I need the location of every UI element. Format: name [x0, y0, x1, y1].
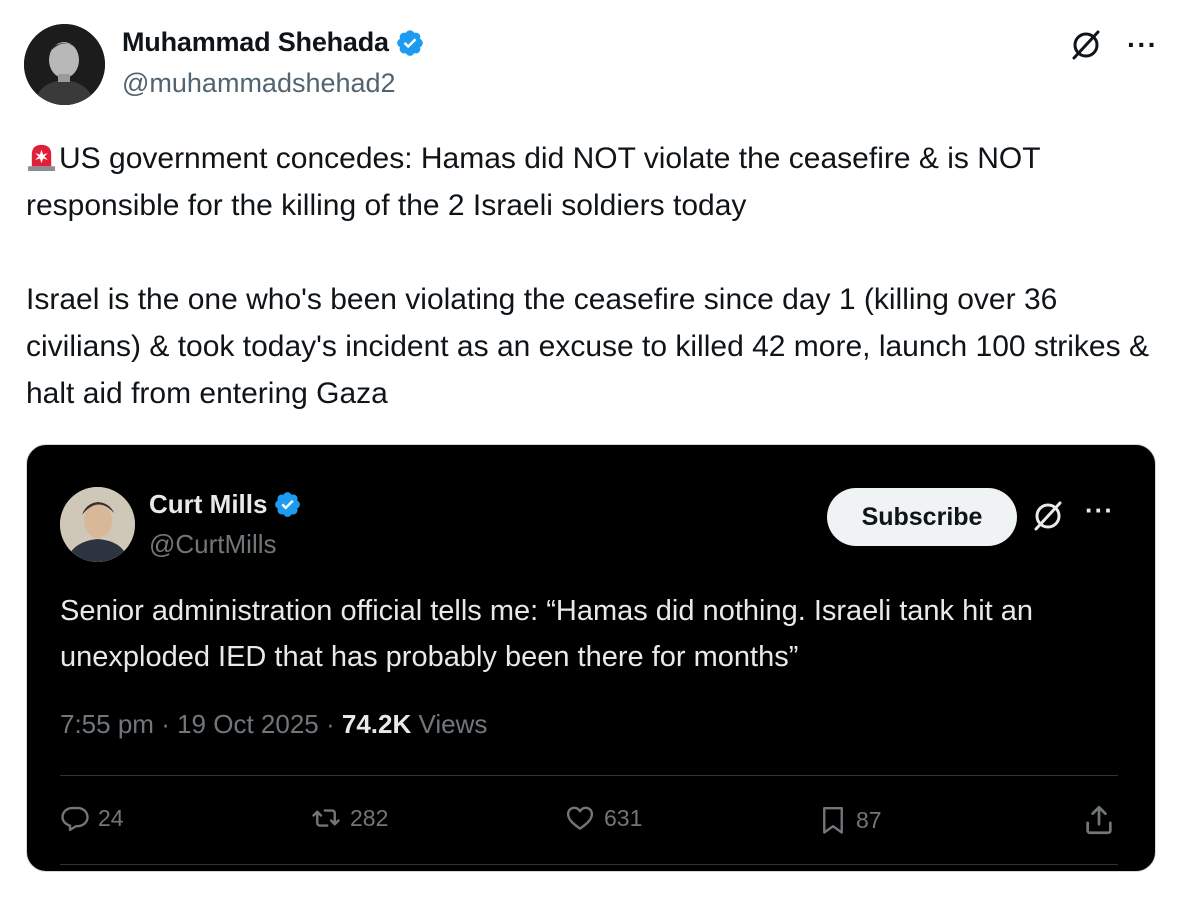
tweet-text: US government concedes: Hamas did NOT vi… — [26, 135, 1166, 417]
meta-separator: · — [325, 709, 335, 739]
divider — [60, 775, 1118, 776]
views-count: 74.2K — [341, 709, 412, 739]
tweet-top-actions: ··· — [1069, 28, 1158, 62]
bookmark-button[interactable]: 87 — [818, 803, 882, 837]
quoted-author-avatar[interactable] — [60, 487, 135, 562]
retweet-icon — [312, 809, 340, 827]
author-avatar[interactable] — [24, 24, 105, 105]
share-button[interactable] — [1082, 803, 1116, 837]
meta-separator: · — [161, 709, 170, 739]
quoted-name-row: Curt Mills — [149, 489, 302, 520]
quoted-display-name[interactable]: Curt Mills — [149, 489, 267, 520]
tweet-paragraph-2: Israel is the one who's been violating t… — [26, 283, 1149, 410]
verified-badge-icon — [275, 492, 301, 517]
divider — [60, 864, 1118, 865]
verified-badge-icon — [397, 29, 423, 56]
more-options-icon[interactable]: ··· — [1127, 31, 1158, 59]
grok-icon[interactable] — [1031, 499, 1065, 533]
quoted-tweet-card[interactable]: Curt Mills @CurtMills Subscribe ··· Seni… — [26, 444, 1156, 872]
reply-icon — [61, 806, 89, 832]
author-display-name[interactable]: Muhammad Shehada — [122, 27, 389, 58]
bookmark-count: 87 — [856, 806, 882, 833]
tweet: Muhammad Shehada @muhammadshehad2 ··· US… — [0, 0, 1188, 908]
tweet-paragraph-1: US government concedes: Hamas did NOT vi… — [26, 135, 1166, 229]
author-handle[interactable]: @muhammadshehad2 — [122, 68, 396, 99]
share-icon — [1086, 805, 1112, 835]
author-name-row: Muhammad Shehada — [122, 27, 425, 58]
police-light-emoji — [27, 144, 56, 172]
quoted-tweet-text: Senior administration official tells me:… — [60, 595, 1034, 673]
quoted-tweet-metadata: 7:55 pm · 19 Oct 2025 · 74.2K Views — [60, 709, 487, 740]
more-options-icon[interactable]: ··· — [1085, 497, 1114, 523]
retweet-button[interactable]: 282 — [310, 803, 388, 833]
grok-icon[interactable] — [1069, 28, 1103, 62]
tweet-date[interactable]: 19 Oct 2025 — [177, 709, 319, 739]
bookmark-icon — [823, 806, 843, 834]
quoted-handle[interactable]: @CurtMills — [149, 529, 277, 560]
views-label: Views — [418, 709, 488, 739]
reply-count: 24 — [98, 804, 124, 831]
reply-button[interactable]: 24 — [60, 803, 124, 833]
like-button[interactable]: 631 — [564, 803, 642, 833]
tweet-time[interactable]: 7:55 pm — [60, 709, 154, 739]
tweet-paragraph-1-text: US government concedes: Hamas did NOT vi… — [26, 142, 1040, 222]
heart-icon — [566, 806, 594, 830]
like-count: 631 — [604, 804, 643, 831]
subscribe-button[interactable]: Subscribe — [827, 488, 1017, 546]
retweet-count: 282 — [350, 804, 389, 831]
tweet-action-bar: 24 282 631 87 — [60, 803, 1118, 843]
